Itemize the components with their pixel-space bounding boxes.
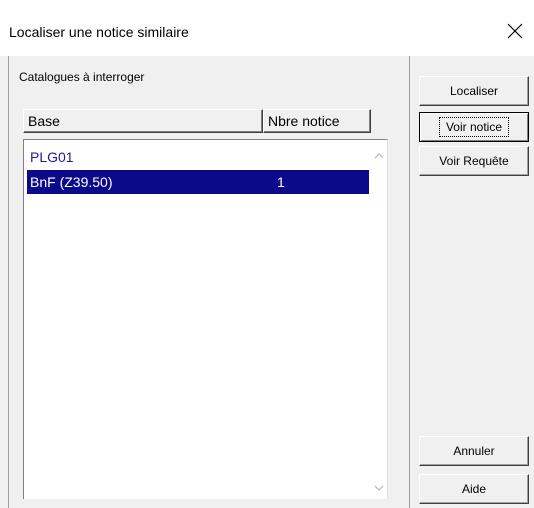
column-header-count[interactable]: Nbre notice bbox=[263, 109, 371, 133]
close-icon bbox=[507, 23, 523, 39]
localiser-label: Localiser bbox=[449, 84, 499, 98]
aide-button[interactable]: Aide bbox=[419, 474, 529, 504]
chevron-down-icon bbox=[374, 485, 384, 491]
scroll-down-button[interactable] bbox=[371, 480, 387, 496]
list-header: Base Nbre notice bbox=[23, 109, 371, 133]
close-button[interactable] bbox=[496, 14, 534, 48]
scroll-up-button[interactable] bbox=[371, 148, 387, 164]
voir-requete-label: Voir Requête bbox=[439, 154, 509, 168]
cell-base: BnF (Z39.50) bbox=[30, 174, 113, 190]
cell-count: 1 bbox=[277, 174, 285, 190]
column-header-base[interactable]: Base bbox=[23, 109, 263, 133]
aide-label: Aide bbox=[461, 482, 487, 496]
annuler-button[interactable]: Annuler bbox=[419, 436, 529, 466]
annuler-label: Annuler bbox=[453, 444, 495, 458]
list-item-selected[interactable]: BnF (Z39.50) 1 bbox=[27, 170, 369, 194]
voir-notice-button[interactable]: Voir notice bbox=[419, 112, 529, 142]
catalog-list[interactable]: PLG01 BnF (Z39.50) 1 bbox=[23, 139, 388, 499]
voir-notice-label: Voir notice bbox=[438, 117, 510, 137]
cell-base: PLG01 bbox=[30, 149, 74, 165]
localiser-button[interactable]: Localiser bbox=[419, 76, 529, 106]
voir-requete-button[interactable]: Voir Requête bbox=[419, 146, 529, 176]
title-bar[interactable]: Localiser une notice similaire bbox=[0, 0, 534, 55]
dialog-window: Localiser une notice similaire Catalogue… bbox=[0, 0, 534, 508]
list-item[interactable]: PLG01 bbox=[27, 145, 369, 169]
group-label: Catalogues à interroger bbox=[19, 70, 145, 84]
chevron-up-icon bbox=[374, 153, 384, 159]
window-title: Localiser une notice similaire bbox=[9, 24, 189, 40]
